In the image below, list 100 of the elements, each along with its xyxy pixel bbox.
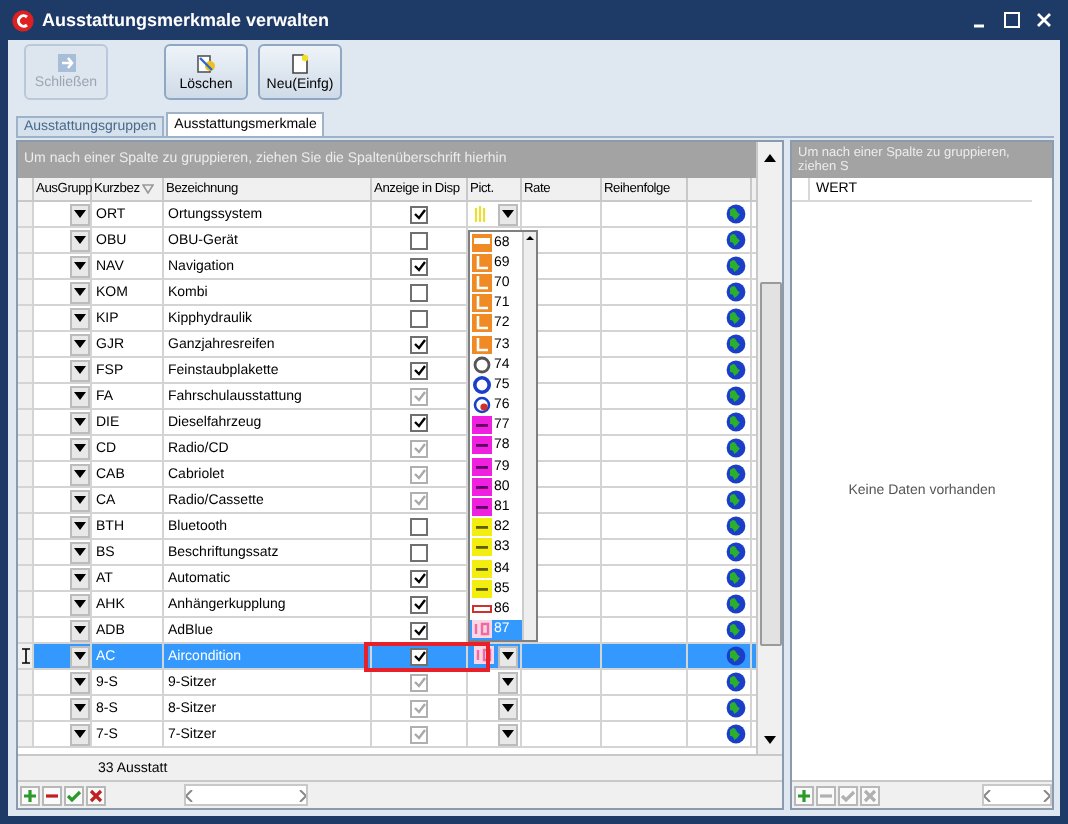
scroll-up-icon[interactable] bbox=[762, 150, 778, 166]
add-button[interactable] bbox=[20, 785, 40, 805]
caret-icon bbox=[74, 600, 86, 608]
seat-icon bbox=[472, 253, 492, 272]
window-title: Ausstattungsmerkmale verwalten bbox=[42, 10, 332, 30]
caret-icon bbox=[74, 210, 86, 218]
seat-icon bbox=[472, 335, 492, 354]
scroll-up-icon[interactable] bbox=[524, 232, 536, 244]
globe-icon[interactable] bbox=[726, 516, 746, 536]
seat-icon bbox=[472, 314, 492, 333]
checkbox[interactable] bbox=[410, 283, 428, 301]
dropdown-button[interactable] bbox=[70, 281, 90, 303]
caret-icon bbox=[74, 418, 86, 426]
delete-icon bbox=[196, 53, 216, 73]
dropdown-button[interactable] bbox=[70, 307, 90, 329]
caret-icon bbox=[74, 314, 86, 322]
globe-icon[interactable] bbox=[726, 542, 746, 562]
caret-icon bbox=[74, 548, 86, 556]
swirl-icon bbox=[472, 396, 492, 415]
caret-icon bbox=[74, 730, 86, 738]
cancel-button[interactable] bbox=[86, 785, 106, 805]
caret-icon bbox=[74, 392, 86, 400]
scroll-down-icon[interactable] bbox=[762, 732, 778, 748]
ring-icon bbox=[472, 355, 492, 374]
dropdown-button[interactable] bbox=[498, 203, 518, 225]
dropdown-button[interactable] bbox=[70, 229, 90, 251]
caret-icon bbox=[502, 730, 514, 738]
caret-icon bbox=[74, 470, 86, 478]
globe-icon[interactable] bbox=[726, 282, 746, 302]
checkbox[interactable] bbox=[410, 517, 428, 535]
tag-icon bbox=[472, 538, 492, 557]
bus-icon bbox=[472, 233, 492, 252]
globe-icon[interactable] bbox=[726, 620, 746, 640]
checkmark-icon bbox=[66, 787, 82, 803]
caret-icon bbox=[74, 444, 86, 452]
globe-icon[interactable] bbox=[726, 256, 746, 276]
caret-icon bbox=[74, 366, 86, 374]
add-button[interactable] bbox=[794, 785, 814, 805]
confirm-button[interactable] bbox=[64, 785, 84, 805]
dropdown-button[interactable] bbox=[70, 203, 90, 225]
tag-icon bbox=[472, 416, 492, 435]
tag-icon bbox=[472, 579, 492, 598]
dropdown-button[interactable] bbox=[70, 255, 90, 277]
dropdown-button[interactable] bbox=[498, 645, 518, 667]
tag-icon bbox=[472, 457, 492, 476]
dropdown-button[interactable] bbox=[70, 333, 90, 355]
seat-icon bbox=[472, 273, 492, 292]
globe-icon[interactable] bbox=[726, 308, 746, 328]
scroll-right-icon[interactable] bbox=[1042, 789, 1050, 801]
scroll-left-icon[interactable] bbox=[984, 789, 992, 801]
caret-icon bbox=[74, 574, 86, 582]
caret-icon bbox=[74, 704, 86, 712]
dropdown-button[interactable] bbox=[70, 619, 90, 641]
exit-icon bbox=[57, 54, 75, 72]
checkbox[interactable] bbox=[410, 231, 428, 249]
remove-button[interactable] bbox=[42, 785, 62, 805]
globe-icon[interactable] bbox=[726, 204, 746, 224]
text-cursor-icon bbox=[21, 648, 29, 664]
vertical-scrollbar[interactable] bbox=[756, 142, 782, 754]
circle-icon bbox=[472, 375, 492, 394]
globe-icon[interactable] bbox=[726, 334, 746, 354]
caret-icon bbox=[74, 522, 86, 530]
globe-icon[interactable] bbox=[726, 594, 746, 614]
plus-icon bbox=[796, 787, 812, 803]
dropdown-button[interactable] bbox=[70, 645, 90, 667]
caret-icon bbox=[502, 652, 514, 660]
close-icon[interactable] bbox=[1036, 12, 1052, 28]
scroll-right-icon[interactable] bbox=[298, 789, 306, 801]
horizontal-scrollbar[interactable] bbox=[184, 784, 308, 806]
globe-icon[interactable] bbox=[726, 568, 746, 588]
dropdown-button[interactable] bbox=[70, 515, 90, 537]
caret-icon bbox=[74, 288, 86, 296]
dropdown-button[interactable] bbox=[70, 593, 90, 615]
tag-icon bbox=[472, 518, 492, 537]
label-icon bbox=[472, 599, 492, 618]
caret-icon bbox=[74, 678, 86, 686]
tag-icon bbox=[472, 477, 492, 496]
cross-icon bbox=[862, 787, 878, 803]
globe-icon[interactable] bbox=[726, 230, 746, 250]
dropdown-button[interactable] bbox=[70, 411, 90, 433]
checkbox[interactable] bbox=[410, 309, 428, 327]
scroll-left-icon[interactable] bbox=[186, 789, 194, 801]
maximize-icon[interactable] bbox=[1004, 12, 1020, 28]
tag-icon bbox=[472, 498, 492, 517]
row-header[interactable] bbox=[18, 644, 34, 668]
caret-icon bbox=[502, 678, 514, 686]
dropdown-button[interactable] bbox=[70, 359, 90, 381]
dropdown-button[interactable] bbox=[70, 567, 90, 589]
globe-icon[interactable] bbox=[726, 360, 746, 380]
checkmark-icon bbox=[840, 787, 856, 803]
checkbox[interactable] bbox=[410, 543, 428, 561]
globe-icon[interactable] bbox=[726, 412, 746, 432]
caret-icon bbox=[502, 210, 514, 218]
horizontal-scrollbar[interactable] bbox=[982, 784, 1052, 806]
caret-icon bbox=[74, 626, 86, 634]
tag-icon bbox=[472, 436, 492, 455]
dropdown-button[interactable] bbox=[70, 541, 90, 563]
caret-icon bbox=[74, 262, 86, 270]
app-logo-icon bbox=[12, 9, 34, 31]
caret-icon bbox=[74, 496, 86, 504]
